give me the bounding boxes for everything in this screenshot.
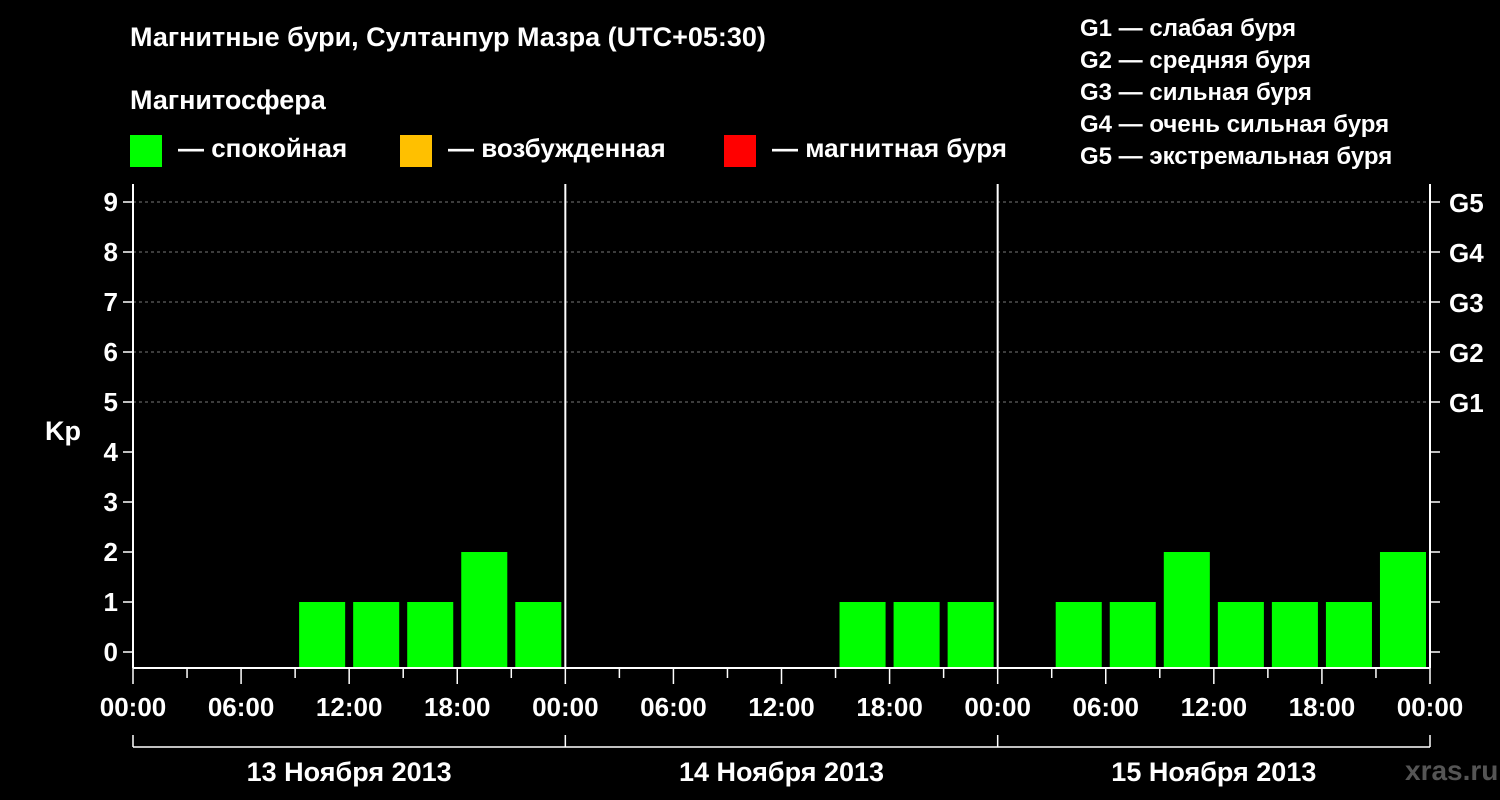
- y-axis-label: Kp: [45, 416, 81, 446]
- kp-bar: [839, 602, 886, 668]
- x-tick-label: 12:00: [748, 692, 815, 722]
- x-tick-label: 00:00: [100, 692, 167, 722]
- x-tick-label: 00:00: [964, 692, 1031, 722]
- kp-chart: 0 1 2 3 4 5 6 7 8 9 Kp G1 G2 G3 G4 G5 00:00 06:00 12:00 18:…: [45, 184, 1484, 787]
- y-tick-label: 7: [104, 287, 118, 317]
- kp-bar: [1379, 552, 1426, 668]
- y-tick-label: 9: [104, 187, 118, 217]
- kp-bar: [893, 602, 940, 668]
- x-tick-label: 06:00: [1073, 692, 1140, 722]
- kp-bar: [1055, 602, 1102, 668]
- kp-bar: [461, 552, 508, 668]
- x-tick-label: 18:00: [1289, 692, 1356, 722]
- kp-bar: [1325, 602, 1372, 668]
- y-tick-label: 8: [104, 237, 118, 267]
- g-axis-label: G2: [1449, 338, 1484, 368]
- watermark: xras.ru: [1405, 755, 1499, 786]
- kp-bar: [1217, 602, 1264, 668]
- x-tick-label: 06:00: [640, 692, 707, 722]
- kp-bar: [515, 602, 562, 668]
- day-label: 14 Ноября 2013: [679, 757, 884, 787]
- kp-bar: [1109, 602, 1156, 668]
- x-tick-label: 18:00: [424, 692, 491, 722]
- kp-bar: [353, 602, 400, 668]
- y-tick-label: 5: [104, 387, 118, 417]
- x-tick-label: 00:00: [1397, 692, 1464, 722]
- y-tick-label: 0: [104, 637, 118, 667]
- kp-bar: [407, 602, 454, 668]
- day-label: 15 Ноября 2013: [1111, 757, 1316, 787]
- x-tick-label: 12:00: [1181, 692, 1248, 722]
- kp-bar: [1271, 602, 1318, 668]
- g-axis-label: G1: [1449, 388, 1484, 418]
- g-axis-label: G3: [1449, 288, 1484, 318]
- kp-bar: [299, 602, 346, 668]
- kp-bar: [947, 602, 994, 668]
- day-label: 13 Ноября 2013: [247, 757, 452, 787]
- x-tick-label: 12:00: [316, 692, 383, 722]
- g-axis-label: G5: [1449, 188, 1484, 218]
- y-tick-label: 4: [104, 437, 119, 467]
- x-tick-label: 00:00: [532, 692, 599, 722]
- y-tick-label: 6: [104, 337, 118, 367]
- y-tick-label: 1: [104, 587, 118, 617]
- y-tick-label: 2: [104, 537, 118, 567]
- kp-bar: [1163, 552, 1210, 668]
- x-tick-label: 06:00: [208, 692, 275, 722]
- y-tick-label: 3: [104, 487, 118, 517]
- g-axis-label: G4: [1449, 238, 1484, 268]
- x-tick-label: 18:00: [856, 692, 923, 722]
